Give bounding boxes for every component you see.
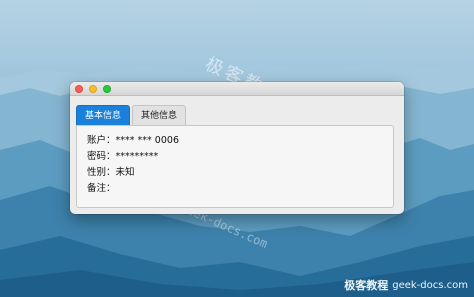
tab-basic-info[interactable]: 基本信息 xyxy=(76,105,131,125)
remarks-row: 备注： xyxy=(87,180,116,194)
gender-value: 未知 xyxy=(115,167,135,178)
password-label: 密码： xyxy=(87,151,116,162)
tab-content-panel: 账户：**** *** 0006 密码：********* 性别：未知 备注： xyxy=(76,125,394,208)
account-value: **** *** 0006 xyxy=(115,135,179,146)
account-row: 账户：**** *** 0006 xyxy=(87,132,179,146)
watermark-site: geek-docs.com xyxy=(392,279,468,291)
gender-row: 性别：未知 xyxy=(87,164,135,178)
app-window: 基本信息 其他信息 账户：**** *** 0006 密码：********* … xyxy=(70,82,404,214)
remarks-label: 备注： xyxy=(87,183,116,194)
maximize-icon[interactable] xyxy=(103,85,111,93)
title-bar[interactable] xyxy=(70,82,404,96)
account-label: 账户： xyxy=(87,135,116,146)
watermark-bottom: 极客教程 geek-docs.com xyxy=(344,277,468,293)
close-icon[interactable] xyxy=(75,85,83,93)
password-value: ********* xyxy=(115,151,159,162)
tab-bar: 基本信息 其他信息 xyxy=(76,105,187,125)
password-row: 密码：********* xyxy=(87,148,158,162)
minimize-icon[interactable] xyxy=(89,85,97,93)
gender-label: 性别： xyxy=(87,167,116,178)
tab-other-info[interactable]: 其他信息 xyxy=(132,105,187,125)
watermark-brand: 极客教程 xyxy=(344,279,389,292)
